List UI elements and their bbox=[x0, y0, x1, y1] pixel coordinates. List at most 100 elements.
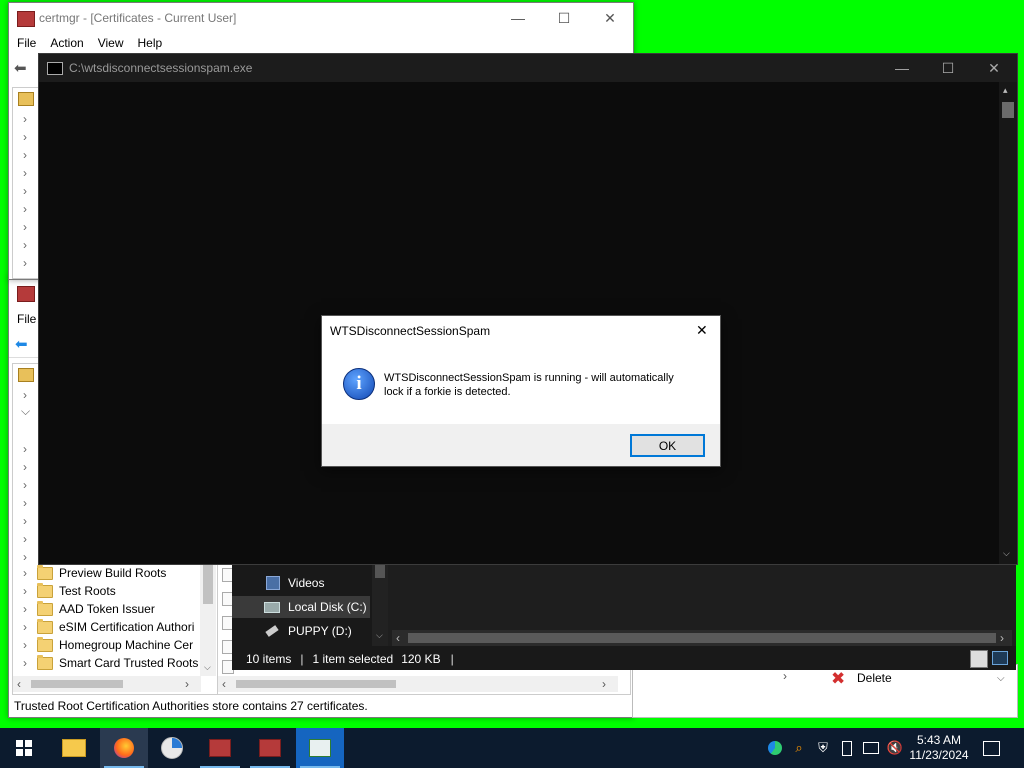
tree-item[interactable]: › AAD Token Issuer bbox=[23, 600, 155, 618]
console-app-icon bbox=[47, 62, 63, 75]
folder-icon bbox=[37, 618, 53, 634]
tree-vertical-scrollbar[interactable]: ⌵ bbox=[200, 564, 216, 676]
volume-muted-icon: 🔇 bbox=[886, 740, 904, 755]
large-icons-view-icon[interactable] bbox=[992, 651, 1008, 665]
chevron-right-icon[interactable]: › bbox=[783, 669, 787, 683]
minimize-button[interactable]: — bbox=[495, 3, 541, 33]
tray-security[interactable]: ⛨ bbox=[812, 728, 834, 768]
scroll-left-icon[interactable]: ‹ bbox=[222, 677, 226, 691]
chevron-right-icon[interactable]: › bbox=[23, 202, 27, 216]
windows-logo-icon bbox=[16, 740, 32, 756]
taskbar-certmgr-2[interactable] bbox=[246, 728, 294, 768]
ok-button[interactable]: OK bbox=[630, 434, 705, 457]
details-view-icon[interactable] bbox=[970, 650, 988, 668]
chevron-right-icon[interactable]: › bbox=[23, 130, 27, 144]
menu-file[interactable]: File bbox=[17, 312, 36, 326]
menu-help[interactable]: Help bbox=[138, 36, 163, 50]
content-horizontal-scrollbar[interactable]: ‹ › bbox=[392, 630, 1012, 646]
chevron-right-icon[interactable]: › bbox=[23, 460, 27, 474]
nav-vertical-scrollbar[interactable]: ⌵ bbox=[372, 560, 388, 646]
scroll-down-icon[interactable]: ⌵ bbox=[204, 662, 211, 673]
scroll-down-icon[interactable]: ⌵ bbox=[1003, 548, 1010, 559]
taskbar-firefox[interactable] bbox=[100, 728, 148, 768]
scroll-down-icon[interactable]: ⌵ bbox=[376, 630, 383, 641]
title-bar[interactable]: certmgr - [Certificates - Current User] … bbox=[9, 3, 633, 33]
action-center-button[interactable] bbox=[976, 728, 1006, 768]
scroll-right-icon[interactable]: › bbox=[1000, 631, 1004, 645]
scroll-left-icon[interactable]: ‹ bbox=[396, 631, 400, 645]
tray-usb[interactable] bbox=[836, 728, 858, 768]
nav-item[interactable]: Videos bbox=[232, 572, 372, 594]
tray-volume[interactable]: 🔇 bbox=[884, 728, 906, 768]
search-icon: ⌕ bbox=[795, 740, 803, 755]
console-app-icon bbox=[309, 739, 331, 757]
chevron-right-icon[interactable]: › bbox=[23, 514, 27, 528]
dialog-close-icon[interactable]: ✕ bbox=[696, 322, 708, 339]
chevron-right-icon[interactable]: › bbox=[23, 532, 27, 546]
chevron-down-icon[interactable]: ⌵ bbox=[997, 673, 1005, 684]
dialog-button-area: OK bbox=[322, 424, 720, 466]
tray-clock[interactable]: 5:43 AM 11/23/2024 bbox=[906, 728, 972, 768]
edge-icon bbox=[768, 741, 782, 755]
dialog-title-bar[interactable]: WTSDisconnectSessionSpam ✕ bbox=[322, 316, 720, 347]
chevron-right-icon[interactable]: › bbox=[23, 166, 27, 180]
maximize-button[interactable]: ☐ bbox=[541, 3, 587, 33]
list-horizontal-scrollbar[interactable]: ‹ › bbox=[218, 676, 618, 692]
chevron-right-icon[interactable]: › bbox=[23, 220, 27, 234]
scroll-right-icon[interactable]: › bbox=[185, 677, 189, 691]
tree-item[interactable]: › Homegroup Machine Cer bbox=[23, 636, 193, 654]
info-icon: i bbox=[343, 368, 375, 400]
tree-item[interactable]: › Smart Card Trusted Roots bbox=[23, 654, 198, 672]
chevron-right-icon[interactable]: › bbox=[23, 184, 27, 198]
file-explorer-window: Videos Local Disk (C:) PUPPY (D:) ⌵ ‹ › … bbox=[232, 560, 1016, 670]
clock-date: 11/23/2024 bbox=[909, 748, 969, 762]
chevron-right-icon[interactable]: › bbox=[23, 238, 27, 252]
scroll-up-icon[interactable]: ▴ bbox=[1003, 85, 1008, 96]
console-root-icon bbox=[18, 368, 34, 382]
menu-file[interactable]: File bbox=[17, 36, 36, 50]
console-vertical-scrollbar[interactable]: ▴ ⌵ bbox=[999, 82, 1017, 564]
tray-search[interactable]: ⌕ bbox=[788, 728, 810, 768]
taskbar-certmgr-1[interactable] bbox=[196, 728, 244, 768]
nav-item[interactable]: PUPPY (D:) bbox=[232, 620, 372, 642]
dialog-message-line2: lock if a forkie is detected. bbox=[384, 386, 511, 398]
chevron-right-icon[interactable]: › bbox=[23, 550, 27, 564]
chevron-right-icon[interactable]: › bbox=[23, 256, 27, 270]
tree-item[interactable]: › eSIM Certification Authori bbox=[23, 618, 194, 636]
minimize-button[interactable]: — bbox=[879, 54, 925, 82]
chevron-right-icon[interactable]: › bbox=[23, 496, 27, 510]
close-button[interactable]: ✕ bbox=[587, 3, 633, 33]
scroll-right-icon[interactable]: › bbox=[602, 677, 606, 691]
selected-size: 120 KB bbox=[401, 652, 441, 666]
maximize-button[interactable]: ☐ bbox=[925, 54, 971, 82]
taskbar-clock-app[interactable] bbox=[148, 728, 196, 768]
back-arrow-icon[interactable]: ⬅ bbox=[15, 335, 28, 353]
chevron-right-icon[interactable]: › bbox=[23, 478, 27, 492]
nav-item-selected[interactable]: Local Disk (C:) bbox=[232, 596, 370, 618]
close-button[interactable]: ✕ bbox=[971, 54, 1017, 82]
taskbar-file-explorer[interactable] bbox=[50, 728, 98, 768]
tree-item[interactable]: › Preview Build Roots bbox=[23, 564, 166, 582]
tray-network[interactable] bbox=[860, 728, 882, 768]
menu-view[interactable]: View bbox=[98, 36, 124, 50]
delete-action[interactable]: Delete bbox=[857, 671, 892, 685]
shield-icon: ⛨ bbox=[818, 740, 828, 755]
item-count: 10 items bbox=[246, 652, 292, 666]
console-title-bar[interactable]: C:\wtsdisconnectsessionspam.exe — ☐ ✕ bbox=[39, 54, 1017, 82]
start-button[interactable] bbox=[0, 728, 48, 768]
chevron-right-icon[interactable]: › bbox=[23, 442, 27, 456]
tree-item[interactable]: › Test Roots bbox=[23, 582, 116, 600]
dialog-message-line1: WTSDisconnectSessionSpam is running - wi… bbox=[384, 372, 674, 384]
chevron-right-icon[interactable]: › bbox=[23, 148, 27, 162]
certmgr-app-icon bbox=[17, 286, 35, 302]
tree-horizontal-scrollbar[interactable]: ‹ › bbox=[13, 676, 201, 692]
menu-action[interactable]: Action bbox=[50, 36, 83, 50]
back-arrow-icon[interactable]: ⬅ bbox=[14, 59, 27, 77]
taskbar-console-app[interactable] bbox=[296, 728, 344, 768]
notifications-icon bbox=[982, 740, 1000, 756]
chevron-down-icon[interactable]: ⌵ bbox=[21, 404, 30, 419]
chevron-right-icon[interactable]: › bbox=[23, 112, 27, 126]
chevron-right-icon[interactable]: › bbox=[23, 388, 27, 402]
tray-edge[interactable] bbox=[764, 728, 786, 768]
scroll-left-icon[interactable]: ‹ bbox=[17, 677, 21, 691]
